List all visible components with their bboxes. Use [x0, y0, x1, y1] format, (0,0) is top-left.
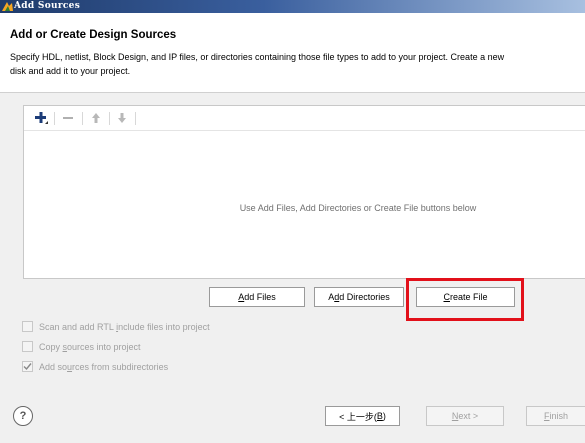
option-label: Add sources from subdirectories	[39, 362, 168, 372]
scan-rtl-include-option[interactable]: Scan and add RTL include files into proj…	[22, 320, 210, 333]
sources-panel: Use Add Files, Add Directories or Create…	[23, 105, 585, 279]
empty-list-message: Use Add Files, Add Directories or Create…	[239, 203, 477, 213]
add-subdirectories-option[interactable]: Add sources from subdirectories	[22, 360, 168, 373]
header-divider	[0, 92, 585, 93]
option-label: Copy sources into project	[39, 342, 141, 352]
button-label: dd Files	[244, 292, 276, 302]
label-text: ources into project	[67, 341, 141, 352]
toolbar-separator	[109, 112, 110, 125]
checkbox-checked[interactable]	[22, 361, 33, 372]
window-title: Add Sources	[14, 1, 81, 11]
move-down-button[interactable]	[115, 109, 129, 127]
label-text: Add so	[39, 361, 68, 372]
add-source-button[interactable]	[32, 109, 50, 127]
back-button[interactable]: < 上一步(B)	[325, 406, 400, 426]
checkbox[interactable]	[22, 321, 33, 332]
toolbar-separator	[82, 112, 83, 125]
add-directories-button[interactable]: Add Directories	[314, 287, 404, 307]
label-text: Scan and add RTL	[39, 321, 117, 332]
checkbox[interactable]	[22, 341, 33, 352]
title-bar[interactable]: Add Sources	[0, 0, 585, 13]
checkmark-icon	[23, 363, 32, 371]
remove-source-button[interactable]	[60, 109, 76, 127]
label-text: Copy	[39, 341, 63, 352]
sources-toolbar	[24, 106, 585, 131]
copy-sources-option[interactable]: Copy sources into project	[22, 340, 141, 353]
label-text: rces from subdirectories	[72, 361, 169, 372]
button-label: ext >	[458, 411, 479, 421]
toolbar-separator	[54, 112, 55, 125]
create-file-highlight	[406, 278, 524, 321]
button-label: inish	[549, 411, 568, 421]
add-files-button[interactable]: Add Files	[209, 287, 305, 307]
wizard-header: Add or Create Design Sources Specify HDL…	[0, 13, 585, 92]
description-line-1: Specify HDL, netlist, Block Design, and …	[10, 52, 505, 62]
arrow-down-icon	[118, 113, 126, 123]
page-description: Specify HDL, netlist, Block Design, and …	[10, 50, 585, 78]
vivado-logo-icon	[2, 2, 13, 11]
move-up-button[interactable]	[89, 109, 103, 127]
finish-button[interactable]: Finish	[526, 406, 585, 426]
question-mark-icon: ?	[19, 410, 27, 422]
button-label: )	[382, 411, 386, 421]
minus-icon	[63, 117, 73, 119]
option-label: Scan and add RTL include files into proj…	[39, 322, 210, 332]
page-title: Add or Create Design Sources	[10, 29, 177, 41]
next-button[interactable]: Next >	[426, 406, 504, 426]
button-label: < 上一步(	[339, 411, 377, 422]
button-label: d Directories	[339, 292, 390, 302]
arrow-up-icon	[92, 113, 100, 123]
help-button[interactable]: ?	[13, 406, 33, 426]
label-text: nclude files into project	[118, 321, 210, 332]
description-line-2: disk and add it to your project.	[10, 66, 131, 76]
toolbar-separator	[135, 112, 136, 125]
plus-icon	[35, 112, 48, 124]
